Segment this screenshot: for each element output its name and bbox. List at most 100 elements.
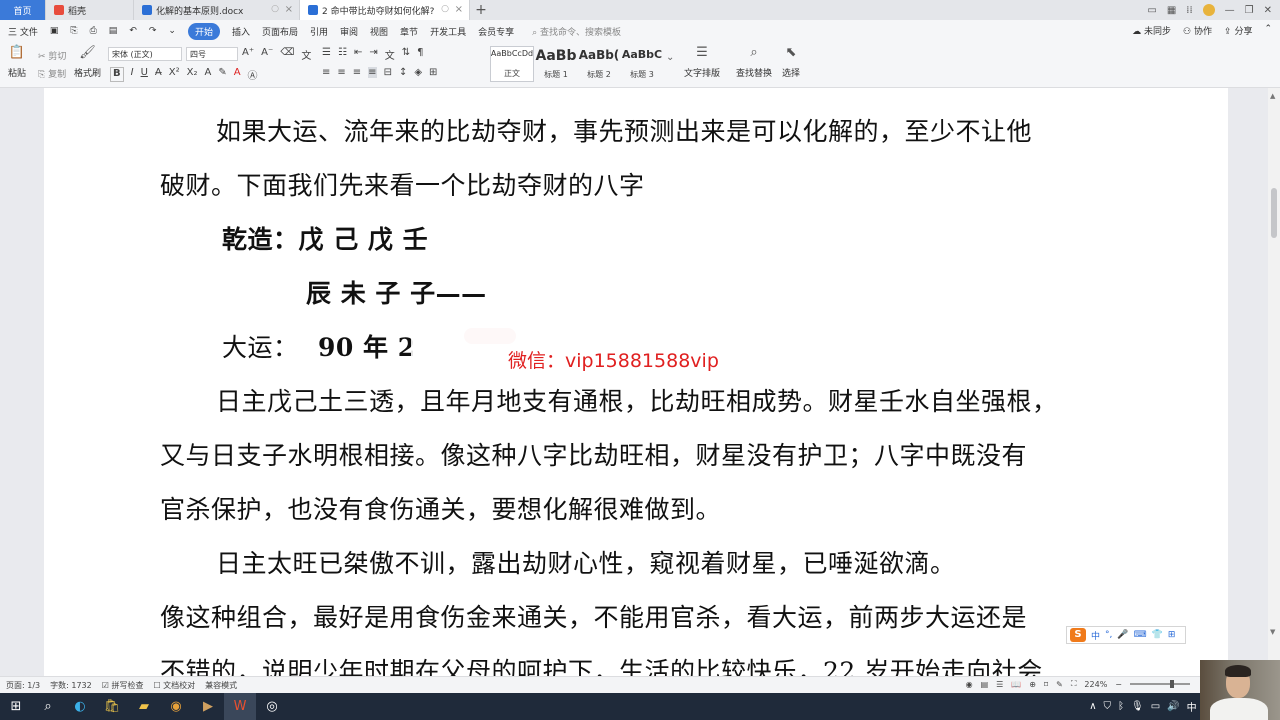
spell-check[interactable]: ☑ 拼写检查 [102,680,144,691]
line-spacing-icon[interactable]: ↕ [399,67,407,78]
window-close-icon[interactable]: ✕ [1264,5,1272,16]
media-player-icon[interactable]: ▶ [192,693,224,720]
highlight-icon[interactable]: ✎ [218,67,226,82]
close-icon[interactable]: × [455,4,463,15]
clear-format-icon[interactable]: ⌫ [280,47,294,62]
export-icon[interactable]: ⎘ [70,26,77,36]
shading-icon[interactable]: ◈ [414,67,422,78]
chrome-icon[interactable]: ◉ [160,693,192,720]
print-icon[interactable]: ⎙ [90,26,97,36]
menu-member[interactable]: 会员专享 [478,25,514,38]
bold-icon[interactable]: B [110,67,124,82]
menu-home[interactable]: 开始 [187,22,220,40]
file-explorer-icon[interactable]: ▰ [128,693,160,720]
sort-icon[interactable]: ⇅ [402,47,410,62]
zoom-slider[interactable] [1130,680,1190,688]
document-page[interactable]: 如果大运、流年来的比劫夺财，事先预测出来是可以化解的，至少不让他 破财。下面我们… [44,88,1228,676]
collapse-ribbon-icon[interactable]: ⌃ [1264,24,1272,37]
italic-icon[interactable]: I [131,67,134,82]
increase-indent-icon[interactable]: ⇥ [369,47,377,62]
grow-font-icon[interactable]: A⁺ [242,47,254,62]
shrink-font-icon[interactable]: A⁻ [261,47,273,62]
menu-page-layout[interactable]: 页面布局 [262,25,298,38]
align-left-icon[interactable]: ≡ [322,67,330,78]
font-color-icon[interactable]: A [234,67,241,82]
obs-icon[interactable]: ◎ [256,693,288,720]
network-icon[interactable]: ▭ [1151,701,1160,712]
find-replace-button[interactable]: ⌕ 查找替换 [736,46,772,80]
align-center-icon[interactable]: ≡ [337,67,345,78]
menu-file[interactable]: 三 文件 [8,25,38,38]
page-view-icon[interactable]: ▤ [981,680,989,689]
format-painter-button[interactable]: 🖌 格式刷 [74,46,101,80]
share-button[interactable]: ⇪ 分享 [1224,24,1252,37]
menu-view[interactable]: 视图 [370,25,388,38]
vertical-scrollbar[interactable]: ▲ ▼ [1268,88,1280,676]
sync-button[interactable]: ☁ 未同步 [1132,24,1171,37]
skin-icon[interactable]: 👕 [1152,630,1163,640]
menu-chapter[interactable]: 章节 [400,25,418,38]
underline-icon[interactable]: U [141,67,148,82]
font-family-select[interactable]: 宋体 (正文) [108,47,182,61]
grid-icon[interactable]: ▦ [1167,5,1176,16]
style-normal[interactable]: AaBbCcDd 正文 [490,46,534,82]
edge-browser-icon[interactable]: ◐ [64,693,96,720]
phonetic-icon[interactable]: 文 [301,47,311,62]
store-icon[interactable]: 🛍 [96,693,128,720]
command-search[interactable]: ⌕ 查找命令、搜索模板 [532,25,621,38]
zoom-out-icon[interactable]: − [1115,680,1122,689]
tab-document-2[interactable]: 2 命中带比劫夺财如何化解? ○ × [300,0,470,20]
text-layout-button[interactable]: ☰ 文字排版 [684,46,720,80]
eye-protect-icon[interactable]: ◉ [966,680,973,689]
windows-start-icon[interactable]: ⊞ [0,693,32,720]
keyboard-icon[interactable]: ⌨ [1134,630,1147,640]
read-view-icon[interactable]: 📖 [1011,680,1021,689]
volume-icon[interactable]: 🔊 [1167,701,1179,712]
show-marks-icon[interactable]: ¶ [417,47,423,62]
fit-page-icon[interactable]: ⛶ [1071,679,1077,689]
cut-button[interactable]: ✂ 剪切 [38,49,66,62]
minimize-icon[interactable]: — [1225,5,1235,16]
focus-view-icon[interactable]: ⌑ [1044,680,1048,689]
styles-more-icon[interactable]: ⌄ [666,52,674,63]
restore-icon[interactable]: ❐ [1245,5,1254,16]
layout-icon[interactable]: ▭ [1147,5,1156,16]
outline-view-icon[interactable]: ☰ [996,680,1003,689]
superscript-icon[interactable]: X² [169,67,180,82]
style-heading-2[interactable]: AaBb( 标题 2 [577,46,621,82]
border-icon[interactable]: ⊞ [429,67,437,78]
justify-icon[interactable]: ≡ [368,67,377,78]
tray-ime-mode[interactable]: 中 [1187,699,1197,714]
tray-chevron-icon[interactable]: ∧ [1089,701,1096,712]
menu-review[interactable]: 审阅 [340,25,358,38]
menu-developer[interactable]: 开发工具 [430,25,466,38]
word-count[interactable]: 字数: 1732 [50,680,92,691]
tab-document-1[interactable]: 化解的基本原则.docx ○ × [134,0,300,20]
subscript-icon[interactable]: X₂ [187,67,198,82]
preview-icon[interactable]: ▤ [109,26,118,36]
redo-icon[interactable]: ↷ [149,26,157,36]
user-avatar[interactable] [1202,4,1215,16]
sogou-logo-icon[interactable]: S [1070,628,1086,642]
chinese-layout-icon[interactable]: 文 [385,47,395,62]
more-icon[interactable]: ⌄ [168,26,176,36]
doc-proof[interactable]: ☐ 文档校对 [153,680,195,691]
menu-insert[interactable]: 插入 [232,25,250,38]
microphone-icon[interactable]: 🎤 [1117,630,1128,640]
bullet-list-icon[interactable]: ☰ [322,47,331,62]
font-size-select[interactable]: 四号 [186,47,238,61]
text-effect-icon[interactable]: A [204,67,211,82]
save-icon[interactable]: ▣ [50,26,59,36]
collab-button[interactable]: ⚇ 协作 [1183,24,1212,37]
menu-references[interactable]: 引用 [310,25,328,38]
page-indicator[interactable]: 页面: 1/3 [6,680,40,691]
write-view-icon[interactable]: ✎ [1056,680,1063,689]
web-view-icon[interactable]: ⊕ [1029,680,1036,689]
style-heading-1[interactable]: AaBb 标题 1 [534,46,578,82]
style-heading-3[interactable]: AaBbC 标题 3 [620,46,664,82]
scroll-up-icon[interactable]: ▲ [1270,92,1275,100]
search-icon[interactable]: ⌕ [32,693,64,720]
zoom-level[interactable]: 224% [1084,680,1107,689]
bluetooth-icon[interactable]: ᛒ [1118,701,1124,712]
paste-button[interactable]: 📋 粘贴 [8,46,26,80]
